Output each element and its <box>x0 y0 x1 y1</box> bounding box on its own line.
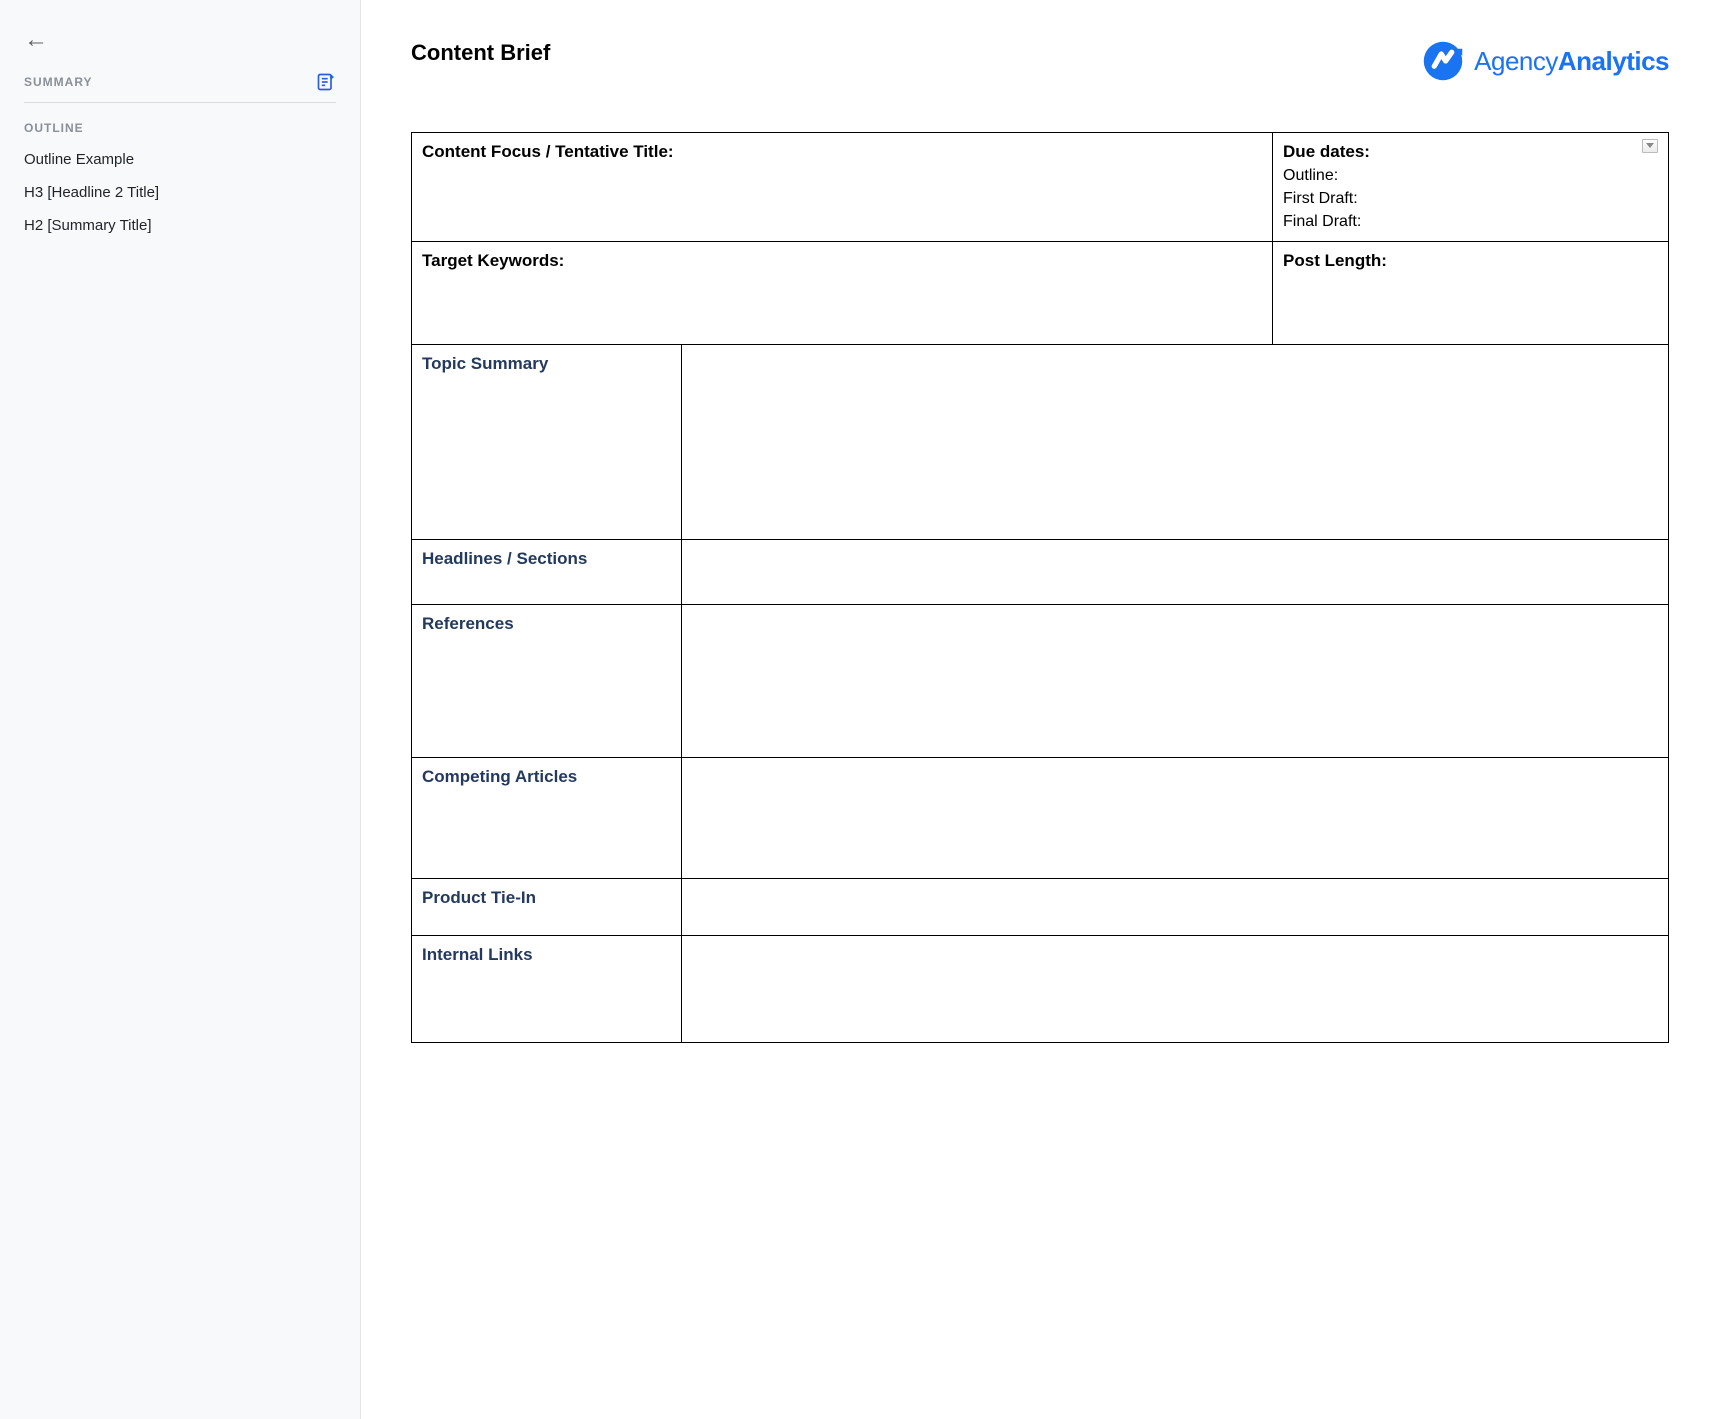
post-length-label: Post Length: <box>1283 251 1387 270</box>
brand-wordmark: AgencyAnalytics <box>1474 46 1669 77</box>
brief-header-table: Content Focus / Tentative Title: Due dat… <box>411 132 1669 345</box>
due-outline-label: Outline: <box>1283 167 1338 184</box>
content-focus-label: Content Focus / Tentative Title: <box>422 142 674 161</box>
brief-body-table: Topic Summary Headlines / Sections Refer… <box>411 345 1669 1043</box>
competing-articles-cell[interactable] <box>682 757 1669 878</box>
outline-sidebar: ← SUMMARY OUTLINE Outline Example H3 [He… <box>0 0 361 1419</box>
back-arrow-icon[interactable]: ← <box>24 28 48 52</box>
outline-section-label: OUTLINE <box>24 121 336 135</box>
brand-logo: AgencyAnalytics <box>1422 40 1669 82</box>
product-tie-in-cell[interactable] <box>682 878 1669 935</box>
competing-articles-label: Competing Articles <box>422 767 577 786</box>
document-canvas[interactable]: Content Brief AgencyAnalytics Content Fo… <box>361 0 1709 1419</box>
outline-list: Outline Example H3 [Headline 2 Title] H2… <box>24 145 336 240</box>
due-first-draft-label: First Draft: <box>1283 190 1358 207</box>
internal-links-label: Internal Links <box>422 945 533 964</box>
ai-summary-icon[interactable] <box>316 72 336 92</box>
document-title: Content Brief <box>411 40 550 66</box>
references-label: References <box>422 614 514 633</box>
headlines-sections-cell[interactable] <box>682 539 1669 604</box>
headlines-sections-label: Headlines / Sections <box>422 549 587 568</box>
due-final-draft-label: Final Draft: <box>1283 213 1361 230</box>
topic-summary-label: Topic Summary <box>422 354 548 373</box>
target-keywords-label: Target Keywords: <box>422 251 564 270</box>
product-tie-in-label: Product Tie-In <box>422 888 536 907</box>
cell-options-icon[interactable] <box>1642 139 1658 153</box>
brand-mark-icon <box>1422 40 1464 82</box>
outline-item[interactable]: H2 [Summary Title] <box>24 211 336 240</box>
references-cell[interactable] <box>682 604 1669 757</box>
due-dates-label: Due dates: <box>1283 142 1370 161</box>
outline-item[interactable]: Outline Example <box>24 145 336 174</box>
internal-links-cell[interactable] <box>682 935 1669 1042</box>
outline-item[interactable]: H3 [Headline 2 Title] <box>24 178 336 207</box>
summary-section-label: SUMMARY <box>24 75 93 89</box>
topic-summary-cell[interactable] <box>682 345 1669 540</box>
